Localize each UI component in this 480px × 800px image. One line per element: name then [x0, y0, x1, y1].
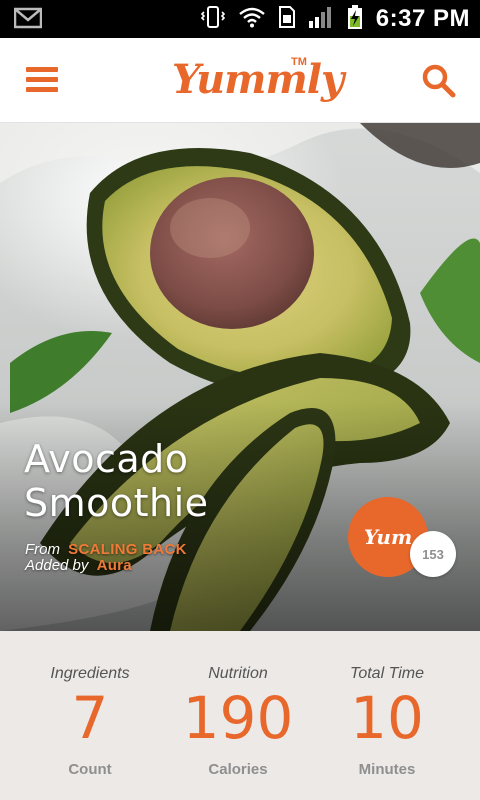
- logo-trademark: TM: [291, 56, 307, 68]
- stat-total-time[interactable]: Total Time 10 Minutes: [307, 631, 467, 800]
- yum-count-badge: 153: [410, 531, 456, 577]
- recipe-title: Avocado Smoothie: [24, 437, 209, 525]
- stat-unit: Calories: [208, 761, 268, 778]
- stat-title: Total Time: [350, 665, 424, 682]
- stat-value: 7: [71, 684, 109, 752]
- stat-title: Nutrition: [208, 665, 268, 682]
- wifi-icon: [238, 6, 266, 33]
- hamburger-menu-icon[interactable]: [26, 65, 58, 93]
- added-by-label: Added by: [25, 557, 89, 574]
- status-bar: 6:37 PM: [0, 0, 480, 38]
- stat-title: Ingredients: [50, 665, 130, 682]
- signal-icon: [308, 5, 334, 34]
- stat-value: 190: [182, 684, 294, 752]
- search-icon[interactable]: [422, 64, 456, 98]
- from-label: From: [25, 541, 60, 558]
- source-link[interactable]: SCALING BACK: [68, 541, 187, 558]
- added-by-line: Added by Aura: [25, 557, 132, 574]
- vibrate-icon: [200, 5, 226, 34]
- yum-label: Yum: [363, 525, 413, 549]
- stat-unit: Minutes: [358, 761, 416, 778]
- sim-icon: [278, 5, 296, 34]
- stat-value: 10: [350, 684, 424, 752]
- gmail-icon: [13, 7, 43, 34]
- status-time: 6:37 PM: [375, 5, 470, 32]
- stat-unit: Count: [68, 761, 112, 778]
- recipe-stats: Ingredients 7 Count Nutrition 190 Calori…: [0, 631, 480, 800]
- recipe-source-line: From SCALING BACK: [25, 541, 187, 558]
- stat-ingredients[interactable]: Ingredients 7 Count: [10, 631, 170, 800]
- recipe-hero-image: Avocado Smoothie From SCALING BACK Added…: [0, 123, 480, 631]
- yummly-logo: Yummly: [172, 56, 344, 103]
- app-bar: Yummly TM: [0, 38, 480, 123]
- stat-nutrition[interactable]: Nutrition 190 Calories: [158, 631, 318, 800]
- battery-charging-icon: [346, 4, 364, 35]
- author-link[interactable]: Aura: [97, 557, 132, 574]
